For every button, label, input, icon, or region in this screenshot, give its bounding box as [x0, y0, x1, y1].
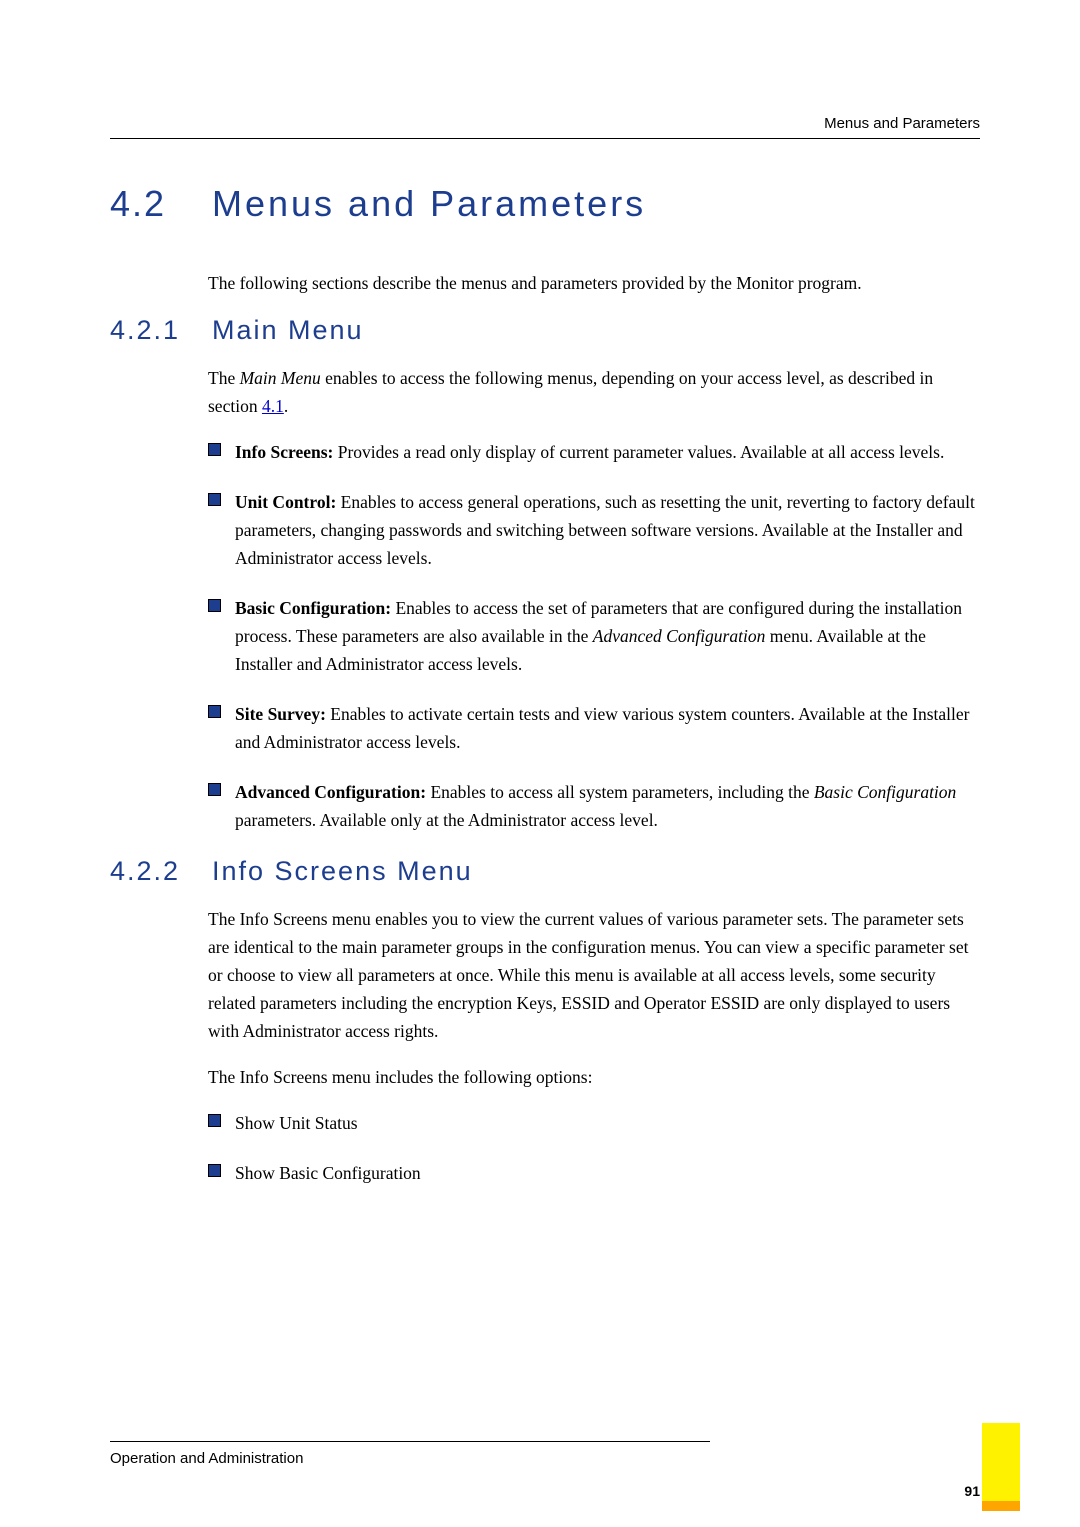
bullet-body: Enables to activate certain tests and vi…: [235, 704, 969, 752]
list-item: Show Basic Configuration: [208, 1159, 980, 1187]
section-title: Info Screens Menu: [212, 856, 473, 887]
square-bullet-icon: [208, 1164, 221, 1177]
section-title: Menus and Parameters: [212, 183, 646, 225]
list-item: Advanced Configuration: Enables to acces…: [208, 778, 980, 834]
bullet-text: Advanced Configuration: Enables to acces…: [235, 778, 980, 834]
bullet-text: Info Screens: Provides a read only displ…: [235, 438, 944, 466]
bullet-label: Site Survey:: [235, 704, 326, 724]
orange-tab: [982, 1501, 1020, 1511]
text: .: [284, 396, 288, 416]
bullet-text: Basic Configuration: Enables to access t…: [235, 594, 980, 678]
section-number: 4.2.2: [110, 856, 208, 887]
main-menu-paragraph: The Main Menu enables to access the foll…: [208, 364, 980, 420]
section-number: 4.2.1: [110, 315, 208, 346]
page-edge-tab: [982, 1423, 1020, 1511]
section-heading-4-2-1: 4.2.1 Main Menu: [110, 315, 980, 346]
italic-text: Advanced Configuration: [593, 626, 766, 646]
running-head-text: Menus and Parameters: [110, 115, 980, 138]
bullet-body: Provides a read only display of current …: [333, 442, 944, 462]
yellow-tab: [982, 1423, 1020, 1501]
bullet-text: Site Survey: Enables to activate certain…: [235, 700, 980, 756]
list-item: Basic Configuration: Enables to access t…: [208, 594, 980, 678]
bullet-label: Basic Configuration:: [235, 598, 391, 618]
bullet-body: Enables to access all system parameters,…: [426, 782, 814, 802]
italic-text: Basic Configuration: [814, 782, 956, 802]
square-bullet-icon: [208, 783, 221, 796]
list-item: Unit Control: Enables to access general …: [208, 488, 980, 572]
bullet-text: Show Unit Status: [235, 1109, 358, 1137]
info-screens-paragraph-2: The Info Screens menu includes the follo…: [208, 1063, 980, 1091]
info-screens-paragraph-1: The Info Screens menu enables you to vie…: [208, 905, 980, 1045]
section-heading-4-2-2: 4.2.2 Info Screens Menu: [110, 856, 980, 887]
square-bullet-icon: [208, 493, 221, 506]
info-screens-bullet-list: Show Unit Status Show Basic Configuratio…: [208, 1109, 980, 1187]
page-header: Menus and Parameters: [110, 115, 980, 139]
bullet-text: Unit Control: Enables to access general …: [235, 488, 980, 572]
section-heading-4-2: 4.2 Menus and Parameters: [110, 183, 980, 225]
page-number: 91: [964, 1483, 980, 1499]
list-item: Info Screens: Provides a read only displ…: [208, 438, 980, 466]
square-bullet-icon: [208, 1114, 221, 1127]
intro-paragraph: The following sections describe the menu…: [208, 269, 980, 297]
square-bullet-icon: [208, 705, 221, 718]
list-item: Site Survey: Enables to activate certain…: [208, 700, 980, 756]
footer-left-text: Operation and Administration: [110, 1450, 980, 1467]
section-title: Main Menu: [212, 315, 364, 346]
bullet-body: Enables to access general operations, su…: [235, 492, 975, 568]
square-bullet-icon: [208, 599, 221, 612]
main-menu-bullet-list: Info Screens: Provides a read only displ…: [208, 438, 980, 834]
page-content: 4.2 Menus and Parameters The following s…: [110, 183, 980, 1187]
square-bullet-icon: [208, 443, 221, 456]
bullet-label: Unit Control:: [235, 492, 336, 512]
bullet-label: Advanced Configuration:: [235, 782, 426, 802]
footer-rule: [110, 1441, 710, 1442]
bullet-body: parameters. Available only at the Admini…: [235, 810, 658, 830]
bullet-label: Info Screens:: [235, 442, 333, 462]
page-footer: Operation and Administration: [110, 1441, 980, 1467]
header-rule: [110, 138, 980, 139]
bullet-text: Show Basic Configuration: [235, 1159, 421, 1187]
list-item: Show Unit Status: [208, 1109, 980, 1137]
cross-ref-link[interactable]: 4.1: [262, 396, 284, 416]
text: The: [208, 368, 240, 388]
italic-text: Main Menu: [240, 368, 321, 388]
section-number: 4.2: [110, 183, 208, 225]
